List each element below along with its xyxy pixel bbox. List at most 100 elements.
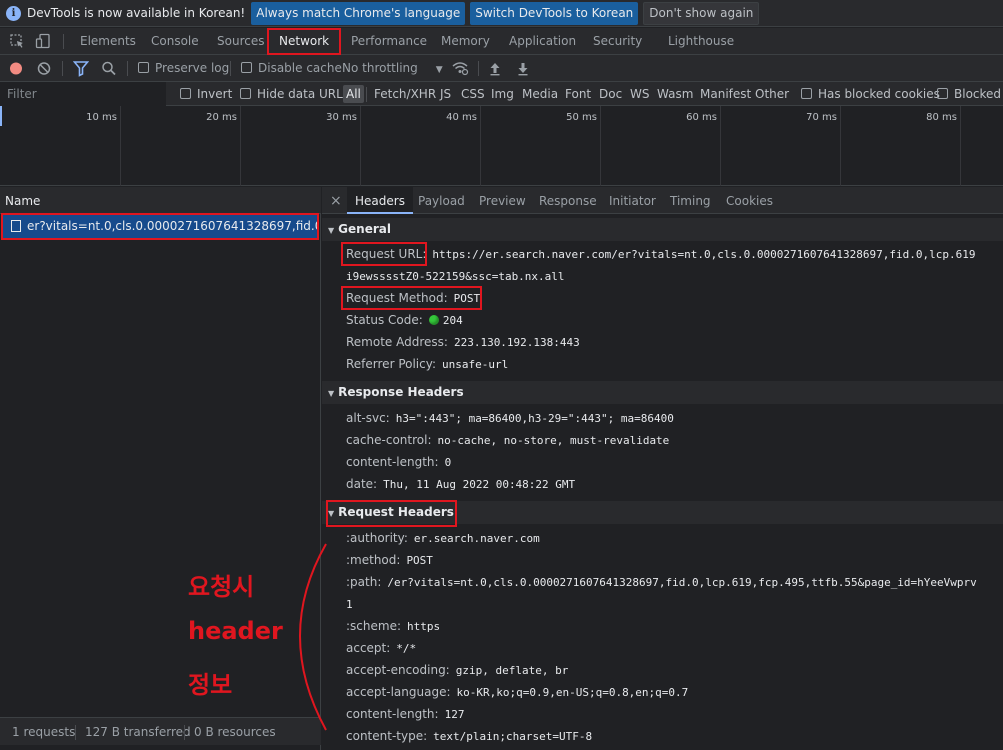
blocked-requests-label: Blocked R (954, 87, 1003, 101)
timeline-tick-label: 70 ms (806, 112, 837, 123)
timeline-gridline (720, 106, 721, 186)
tab-payload[interactable]: Payload (418, 187, 465, 214)
timeline-gridline (600, 106, 601, 186)
device-toolbar-icon[interactable] (35, 33, 51, 49)
tab-performance[interactable]: Performance (351, 28, 427, 55)
header-key: content-type: (346, 729, 428, 743)
network-conditions-icon[interactable] (451, 55, 469, 82)
close-details-icon[interactable]: × (330, 187, 342, 214)
checkbox-icon (801, 88, 812, 99)
request-header-row: :scheme: https (346, 615, 440, 637)
timeline-tick-label: 60 ms (686, 112, 717, 123)
expand-triangle-icon: ▼ (328, 226, 335, 235)
type-filter-ws[interactable]: WS (630, 82, 649, 106)
export-har-icon[interactable] (517, 55, 529, 82)
type-filter-font[interactable]: Font (565, 82, 591, 106)
switch-to-korean-button[interactable]: Switch DevTools to Korean (470, 1, 639, 25)
type-filter-media[interactable]: Media (522, 82, 558, 106)
general-section-header[interactable]: ▼ General (322, 218, 1003, 241)
divider (75, 725, 76, 740)
header-value: 0 (444, 456, 452, 469)
timeline-overview[interactable]: 10 ms 20 ms 30 ms 40 ms 50 ms 60 ms 70 m… (0, 106, 1003, 186)
request-header-row: accept: */* (346, 637, 416, 659)
name-column-header[interactable]: Name (0, 187, 321, 214)
request-url-continued: i9ewsssstZ0-522159&ssc=tab.nx.all (346, 265, 565, 287)
type-filter-css[interactable]: CSS (461, 82, 485, 106)
filter-icon[interactable] (72, 55, 90, 82)
header-key: :authority: (346, 531, 408, 545)
preserve-log-checkbox[interactable]: Preserve log (138, 55, 229, 82)
request-header-row: :method: POST (346, 549, 433, 571)
header-key: Status Code: (346, 313, 423, 327)
tab-console[interactable]: Console (151, 28, 199, 55)
timeline-tick-label: 30 ms (326, 112, 357, 123)
divider (62, 61, 63, 76)
invert-checkbox[interactable]: Invert (180, 82, 232, 106)
timeline-gridline (360, 106, 361, 186)
header-key: :scheme: (346, 619, 401, 633)
tab-network[interactable]: Network (267, 28, 342, 55)
header-key: accept-language: (346, 685, 451, 699)
header-value: https://er.search.naver.com/er?vitals=nt… (432, 248, 976, 261)
clear-icon[interactable] (37, 55, 51, 82)
header-value: text/plain;charset=UTF-8 (433, 730, 593, 743)
preserve-log-label: Preserve log (155, 61, 230, 75)
tab-sources[interactable]: Sources (217, 28, 264, 55)
status-code-row: Status Code: 204 (346, 309, 463, 331)
type-filter-all[interactable]: All (343, 85, 364, 103)
header-value: no-cache, no-store, must-revalidate (437, 434, 670, 447)
highlight-request-headers (326, 500, 457, 527)
response-header-row: date: Thu, 11 Aug 2022 00:48:22 GMT (346, 473, 575, 495)
inspect-element-icon[interactable] (9, 33, 25, 49)
type-filter-other[interactable]: Other (755, 82, 789, 106)
type-filter-wasm[interactable]: Wasm (657, 82, 693, 106)
checkbox-icon (241, 62, 252, 73)
request-header-row: accept-encoding: gzip, deflate, br (346, 659, 568, 681)
tab-memory[interactable]: Memory (441, 28, 490, 55)
tab-headers[interactable]: Headers (347, 187, 413, 214)
timeline-tick-label: 40 ms (446, 112, 477, 123)
blocked-requests-checkbox[interactable]: Blocked R (937, 82, 1003, 106)
type-filter-fetch-xhr[interactable]: Fetch/XHR (374, 82, 436, 106)
tab-cookies[interactable]: Cookies (726, 187, 773, 214)
type-filter-manifest[interactable]: Manifest (700, 82, 751, 106)
response-headers-section-header[interactable]: ▼ Response Headers (322, 381, 1003, 404)
response-header-row: content-length: 0 (346, 451, 451, 473)
infobar-message: DevTools is now available in Korean! (27, 6, 246, 20)
dont-show-again-button[interactable]: Don't show again (643, 1, 760, 25)
header-key: cache-control: (346, 433, 432, 447)
type-filter-js[interactable]: JS (440, 82, 451, 106)
tab-preview[interactable]: Preview (479, 187, 526, 214)
response-header-row: alt-svc: h3=":443"; ma=86400,h3-29=":443"… (346, 407, 674, 429)
tab-initiator[interactable]: Initiator (609, 187, 656, 214)
tab-timing[interactable]: Timing (670, 187, 711, 214)
status-ok-icon (428, 315, 439, 325)
record-icon[interactable] (9, 55, 23, 82)
import-har-icon[interactable] (489, 55, 501, 82)
header-key: Referrer Policy: (346, 357, 436, 371)
header-key: :method: (346, 553, 401, 567)
annotation-text-line1: 요청시 (188, 573, 255, 601)
always-match-language-button[interactable]: Always match Chrome's language (251, 1, 466, 25)
request-row[interactable]: er?vitals=nt.0,cls.0.0000271607641328697… (1, 213, 319, 240)
disable-cache-checkbox[interactable]: Disable cache (241, 55, 342, 82)
tab-lighthouse[interactable]: Lighthouse (668, 28, 734, 55)
type-filter-img[interactable]: Img (491, 82, 514, 106)
checkbox-icon (138, 62, 149, 73)
tab-response[interactable]: Response (539, 187, 597, 214)
tab-security[interactable]: Security (593, 28, 642, 55)
request-header-row: 1 (346, 593, 353, 615)
header-value: er.search.naver.com (413, 532, 540, 545)
tab-application[interactable]: Application (509, 28, 576, 55)
expand-triangle-icon: ▼ (328, 389, 335, 398)
search-icon[interactable] (101, 55, 117, 82)
referrer-policy-row: Referrer Policy: unsafe-url (346, 353, 508, 375)
has-blocked-cookies-checkbox[interactable]: Has blocked cookies (801, 82, 940, 106)
tab-elements[interactable]: Elements (80, 28, 136, 55)
hide-data-urls-checkbox[interactable]: Hide data URLs (240, 82, 349, 106)
header-value: 223.130.192.138:443 (453, 336, 580, 349)
throttling-select[interactable]: No throttling ▼ (342, 55, 443, 82)
type-filter-doc[interactable]: Doc (599, 82, 622, 106)
filter-input[interactable]: Filter (0, 82, 166, 106)
header-value: 127 (444, 708, 465, 721)
